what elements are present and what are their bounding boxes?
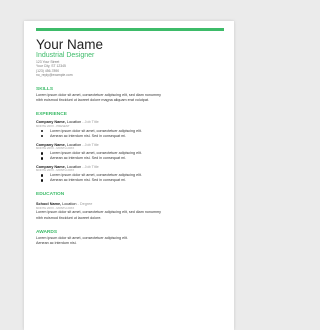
experience-entry: Company Name, Location - Job Title MONTH… (36, 120, 222, 138)
bullet-icon (41, 152, 44, 155)
resume-job-title: Industrial Designer (36, 52, 95, 59)
bullet-text: Lorem ipsum dolor sit amet, consectetuer… (50, 173, 142, 177)
bullet-item: Aenean ac interdum nisi. Sed in consequa… (36, 134, 222, 139)
bullet-item: Aenean ac interdum nisi. Sed in consequa… (36, 156, 222, 161)
contact-email: no_reply@example.com (36, 73, 73, 78)
bullet-text: Aenean ac interdum nisi. Sed in consequa… (50, 155, 127, 160)
awards-line: Aenean ac interdum nisi. (36, 241, 77, 246)
bullet-text: Aenean ac interdum nisi. Sed in consequa… (50, 133, 127, 138)
bullet-text: Aenean ac interdum nisi. Sed in consequa… (50, 178, 127, 182)
job-title: - Job Title (81, 120, 99, 125)
resume-name: Your Name (36, 37, 104, 52)
experience-entry: Company Name, Location - Job Title MONTH… (36, 143, 222, 161)
bullet-icon (41, 135, 44, 138)
education-entry: School Name, Location - Degree MONTH 20X… (36, 202, 222, 221)
contact-block: 123 Your Street Your City, ST 12345 (123… (36, 60, 222, 78)
education-line: nibh euismod tincidunt ut laoreet dolore… (36, 215, 102, 220)
accent-bar (36, 28, 224, 31)
experience-heading: EXPERIENCE (36, 112, 67, 118)
experience-entry: Company Name, Location - Job Title MONTH… (36, 165, 222, 183)
education-heading: EDUCATION (36, 192, 65, 197)
degree: - Degree (76, 202, 93, 206)
skills-line: nibh euismod tincidunt ut laoreet dolore… (36, 98, 149, 103)
awards-body: Lorem ipsum dolor sit amet, consectetuer… (36, 236, 222, 247)
experience-list: Company Name, Location - Job Title MONTH… (36, 120, 222, 183)
bullet-item: Aenean ac interdum nisi. Sed in consequa… (36, 178, 222, 183)
bullet-icon (41, 174, 44, 177)
resume-page: Your Name Industrial Designer 123 Your S… (24, 21, 234, 330)
bullet-icon (41, 157, 44, 160)
bullet-text: Lorem ipsum dolor sit amet, consectetuer… (50, 128, 142, 133)
bullet-text: Lorem ipsum dolor sit amet, consectetuer… (50, 150, 142, 155)
bullet-icon (41, 130, 44, 133)
job-title: - Job Title (81, 164, 99, 169)
resume-content: Your Name Industrial Designer 123 Your S… (36, 37, 222, 247)
skills-body: Lorem ipsum dolor sit amet, consectetuer… (36, 93, 222, 104)
bullet-icon (41, 179, 44, 182)
job-title: - Job Title (81, 142, 99, 147)
